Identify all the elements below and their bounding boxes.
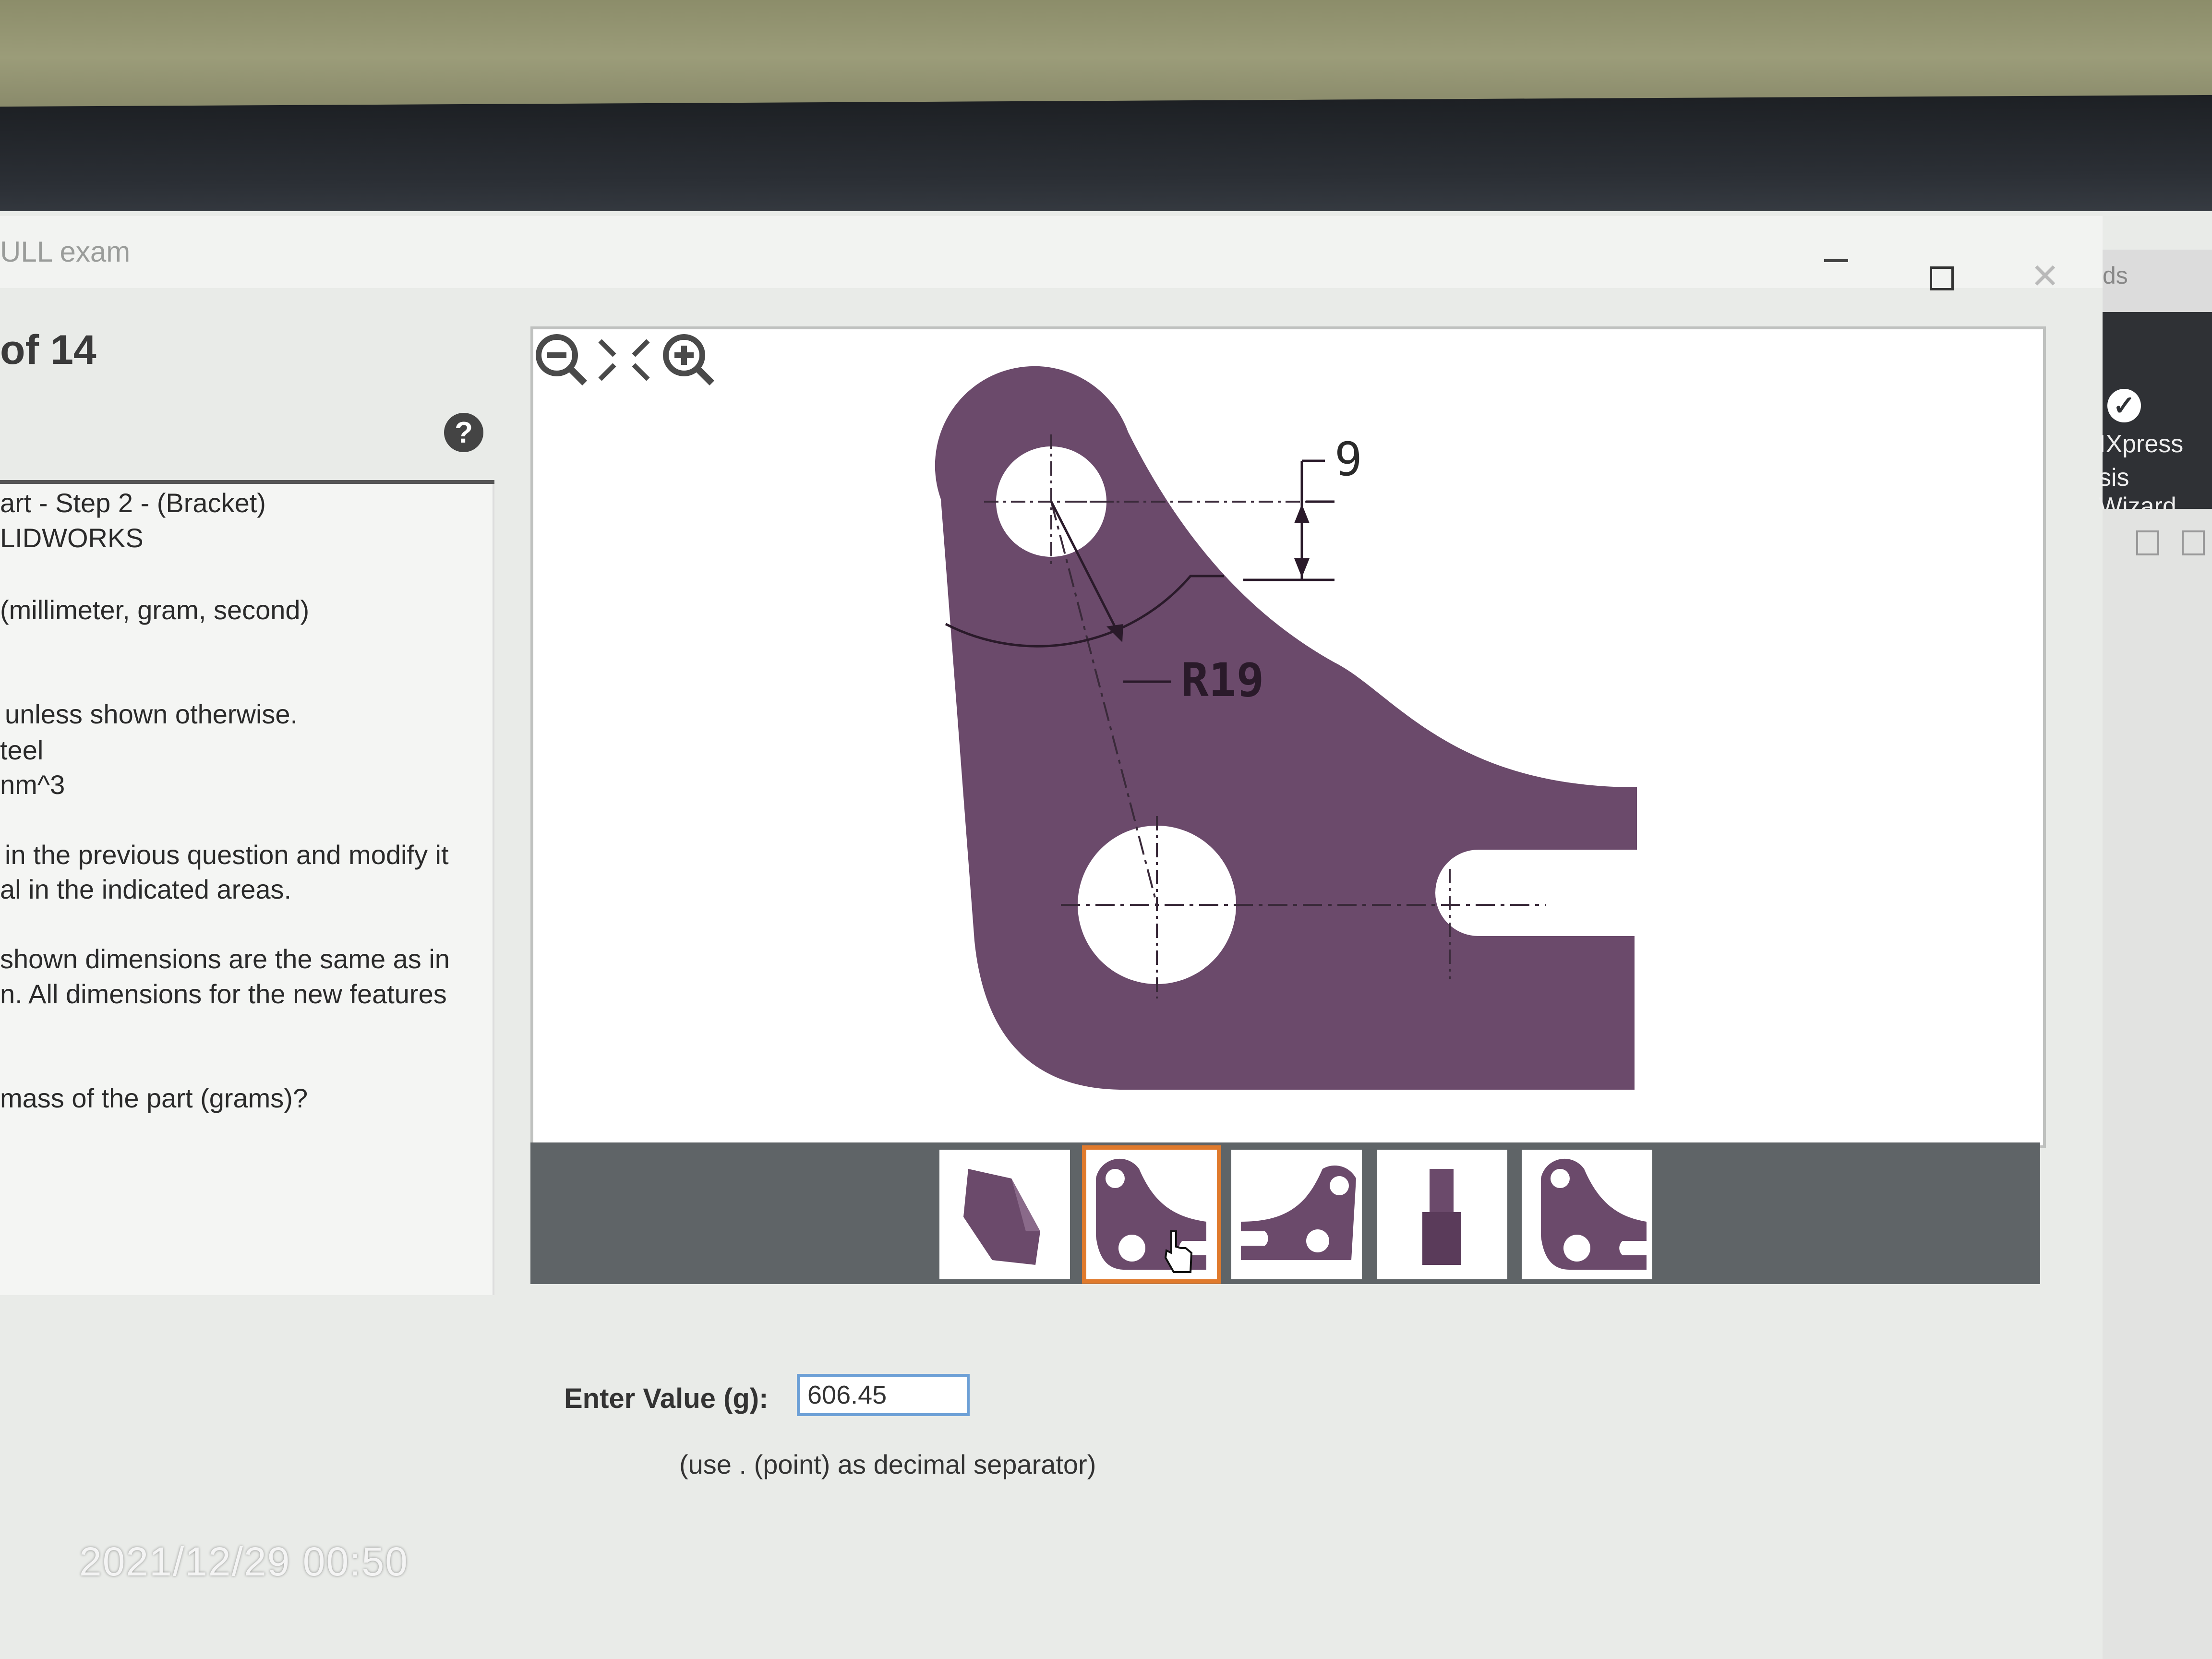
question-line: mass of the part (grams)?: [0, 1083, 308, 1113]
zoom-toolbar: [536, 334, 714, 385]
thumbnail-back-view[interactable]: [1522, 1150, 1652, 1279]
question-line: nm^3: [0, 769, 65, 800]
bracket-drawing: 9 R19: [935, 366, 1637, 1090]
question-line: n. All dimensions for the new features: [0, 979, 447, 1009]
question-line: (millimeter, gram, second): [0, 595, 310, 625]
dim-arrow-up: [1294, 504, 1310, 523]
window-title: ULL exam: [0, 236, 131, 268]
dimension-9: [1243, 459, 1334, 581]
question-counter: of 14: [0, 327, 96, 373]
question-line: al in the indicated areas.: [0, 874, 292, 904]
question-line: art - Step 2 - (Bracket): [0, 488, 266, 518]
zoom-out-icon[interactable]: [536, 334, 587, 385]
thumbnail-iso-view[interactable]: [939, 1150, 1070, 1279]
maximize-button[interactable]: [1930, 266, 1954, 290]
radius-label: R19: [1181, 653, 1264, 707]
collapse-right-icon[interactable]: [2182, 530, 2205, 555]
question-line: teel: [0, 735, 44, 765]
dim-arrow-down: [1294, 558, 1310, 577]
thumbnail-front-view[interactable]: [1082, 1145, 1221, 1284]
question-line: shown dimensions are the same as in: [0, 944, 450, 974]
answer-label: Enter Value (g):: [564, 1383, 769, 1414]
task-pane-header-label: ds: [2103, 262, 2128, 289]
close-button[interactable]: ✕: [2031, 259, 2059, 294]
window-titlebar: [0, 216, 2103, 288]
question-line: in the previous question and modify it: [5, 840, 449, 870]
thumbnail-top-view[interactable]: [1377, 1150, 1507, 1279]
check-icon[interactable]: ✓: [2107, 389, 2141, 422]
dimension-9-label: 9: [1334, 433, 1362, 486]
answer-input[interactable]: [797, 1374, 970, 1416]
zoom-in-icon[interactable]: [663, 334, 714, 385]
simulationxpress-label[interactable]: IXpress: [2099, 430, 2183, 458]
question-line: LIDWORKS: [0, 523, 144, 553]
fit-to-window-icon[interactable]: [598, 339, 650, 381]
collapse-left-icon[interactable]: [2136, 530, 2159, 555]
thumbnail-side-view[interactable]: [1231, 1150, 1362, 1279]
hand-cursor-icon: [1164, 1230, 1193, 1273]
photo-timestamp: 2021/12/29 00:50: [79, 1539, 409, 1584]
minimize-button[interactable]: [1824, 259, 1848, 262]
help-icon[interactable]: ?: [444, 413, 483, 452]
task-pane-body: [2103, 509, 2212, 1659]
question-line: unless shown otherwise.: [5, 699, 298, 729]
answer-hint: (use . (point) as decimal separator): [679, 1449, 1096, 1479]
